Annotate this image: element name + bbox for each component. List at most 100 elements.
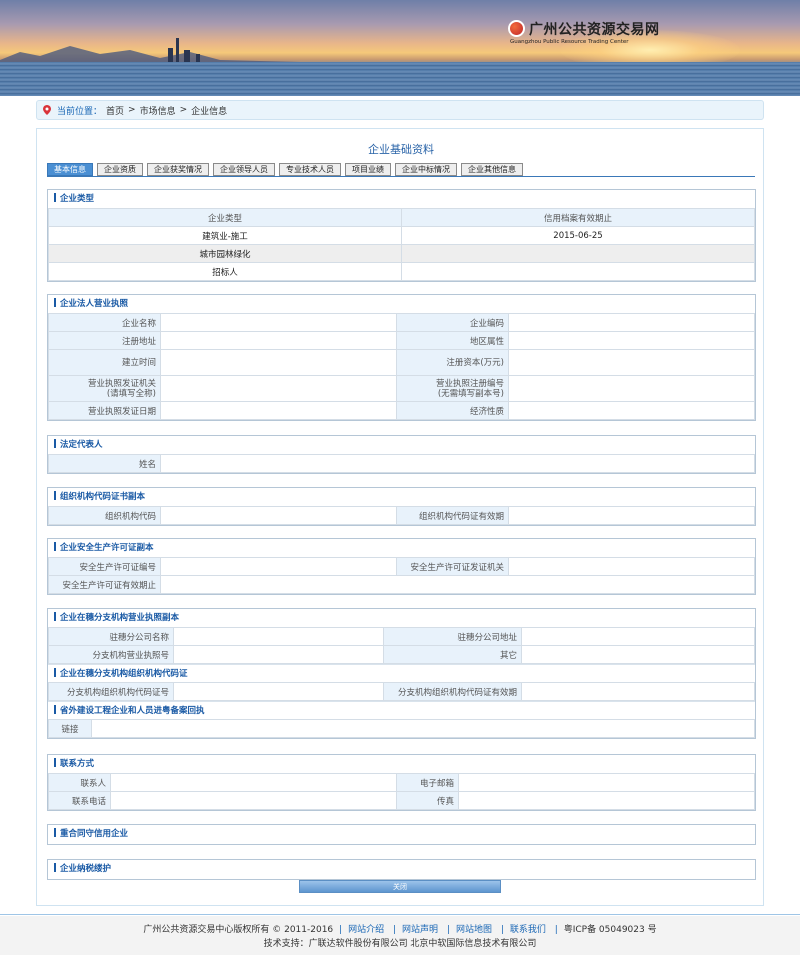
field-value bbox=[458, 791, 755, 810]
field-value bbox=[521, 627, 755, 646]
page-title: 企业基础资料 bbox=[368, 143, 434, 156]
field-value bbox=[508, 506, 755, 525]
close-button[interactable]: 关闭 bbox=[299, 880, 501, 893]
section-title: 法定代表人 bbox=[48, 436, 755, 454]
logo-name: 广州公共资源交易网 bbox=[529, 22, 660, 38]
tab-bar: 基本信息 企业资质 企业获奖情况 企业领导人员 专业技术人员 项目业绩 企业中标… bbox=[47, 163, 523, 176]
banner-sea bbox=[0, 62, 800, 96]
enterprise-type-table: 企业类型 信用档案有效期止 建筑业-施工 2015-06-25 城市园林绿化 招… bbox=[48, 208, 755, 281]
field-label: 安全生产许可证发证机关 bbox=[396, 557, 509, 576]
section-title: 重合同守信用企业 bbox=[48, 825, 755, 843]
contact-table: 联系人 电子邮箱 联系电话 传真 bbox=[48, 773, 755, 810]
field-label: 安全生产许可证有效期止 bbox=[48, 575, 161, 594]
footer-icp[interactable]: 粤ICP备 05049023 号 bbox=[564, 925, 657, 935]
field-value bbox=[160, 375, 397, 402]
link-value[interactable] bbox=[91, 719, 755, 738]
footer-sep: | bbox=[446, 925, 450, 935]
field-label: 组织机构代码 bbox=[48, 506, 161, 525]
field-label: 营业执照发证日期 bbox=[48, 401, 161, 420]
label-line: 营业执照注册编号 bbox=[435, 378, 504, 389]
cell-type: 招标人 bbox=[48, 262, 402, 281]
footer: 广州公共资源交易中心版权所有 © 2011-2016 | 网站介绍 | 网站声明 |… bbox=[0, 916, 800, 955]
footer-link-contact[interactable]: 联系我们 bbox=[510, 925, 546, 935]
footer-link-statement[interactable]: 网站声明 bbox=[402, 925, 438, 935]
breadcrumb-current: 企业信息 bbox=[191, 106, 228, 117]
branch-org-code-table: 分支机构组织机构代码证号 分支机构组织机构代码证有效期 bbox=[48, 682, 755, 701]
section-title: 联系方式 bbox=[48, 755, 755, 773]
field-value bbox=[160, 349, 397, 376]
column-header: 信用档案有效期止 bbox=[401, 208, 755, 227]
field-label: 联系人 bbox=[48, 773, 111, 792]
field-value bbox=[173, 627, 384, 646]
tab-leaders[interactable]: 企业领导人员 bbox=[213, 163, 275, 176]
label-line: (无需填写副本号) bbox=[437, 388, 504, 399]
filing-receipt-table: 链接 bbox=[48, 719, 755, 738]
field-value bbox=[160, 557, 397, 576]
field-label: 组织机构代码证有效期 bbox=[396, 506, 509, 525]
section-enterprise-type: 企业类型 企业类型 信用档案有效期止 建筑业-施工 2015-06-25 城市园… bbox=[47, 189, 756, 282]
tab-other-info[interactable]: 企业其他信息 bbox=[461, 163, 523, 176]
branch-license-table: 驻穗分公司名称 驻穗分公司地址 分支机构营业执照号 其它 bbox=[48, 627, 755, 664]
field-value bbox=[160, 401, 397, 420]
field-label: 经济性质 bbox=[396, 401, 509, 420]
cell-expiry bbox=[401, 244, 755, 263]
field-label: 注册资本(万元) bbox=[396, 349, 509, 376]
field-value bbox=[508, 349, 755, 376]
field-value bbox=[173, 682, 384, 701]
cell-type: 建筑业-施工 bbox=[48, 226, 402, 245]
breadcrumb-separator: > bbox=[179, 105, 188, 115]
field-label: 企业名称 bbox=[48, 313, 161, 332]
section-title: 企业纳税缕护 bbox=[48, 860, 755, 878]
footer-copyright: 广州公共资源交易中心版权所有 © 2011-2016 bbox=[143, 925, 334, 935]
field-label: 电子邮箱 bbox=[396, 773, 459, 792]
field-label: 传真 bbox=[396, 791, 459, 810]
field-label: 营业执照发证机关 (请填写全称) bbox=[48, 375, 161, 402]
footer-support: 技术支持：广联达软件股份有限公司 北京中软国际信息技术有限公司 bbox=[263, 939, 537, 949]
cell-expiry bbox=[401, 262, 755, 281]
tab-underline bbox=[47, 176, 755, 177]
section-title: 企业在穗分支机构营业执照副本 bbox=[48, 609, 755, 627]
section-contact: 联系方式 联系人 电子邮箱 联系电话 传真 bbox=[47, 754, 756, 811]
section-title: 企业法人营业执照 bbox=[48, 295, 755, 313]
tab-awards[interactable]: 企业获奖情况 bbox=[147, 163, 209, 176]
field-label: 驻穗分公司名称 bbox=[48, 627, 174, 646]
tab-qualification[interactable]: 企业资质 bbox=[97, 163, 143, 176]
field-label: 其它 bbox=[383, 645, 522, 664]
tab-project-performance[interactable]: 项目业绩 bbox=[345, 163, 391, 176]
footer-divider bbox=[0, 914, 800, 915]
field-value bbox=[110, 791, 397, 810]
section-title: 企业安全生产许可证副本 bbox=[48, 539, 755, 557]
cell-type: 城市园林绿化 bbox=[48, 244, 402, 263]
field-value bbox=[508, 557, 755, 576]
field-value bbox=[521, 645, 755, 664]
section-legal-representative: 法定代表人 姓名 bbox=[47, 435, 756, 474]
org-code-table: 组织机构代码 组织机构代码证有效期 bbox=[48, 506, 755, 525]
field-value bbox=[508, 401, 755, 420]
section-subtitle: 企业在穗分支机构组织机构代码证 bbox=[48, 664, 755, 682]
legal-representative-table: 姓名 bbox=[48, 454, 755, 473]
field-value bbox=[110, 773, 397, 792]
footer-sep: | bbox=[392, 925, 397, 935]
breadcrumb-home[interactable]: 首页 bbox=[106, 104, 124, 117]
tab-basic-info[interactable]: 基本信息 bbox=[47, 163, 93, 176]
footer-link-sitemap[interactable]: 网站地图 bbox=[456, 925, 492, 935]
logo-mark-icon bbox=[508, 20, 525, 37]
breadcrumb-market[interactable]: 市场信息 bbox=[140, 104, 176, 117]
footer-link-about[interactable]: 网站介绍 bbox=[348, 925, 384, 935]
field-label: 注册地址 bbox=[48, 331, 161, 350]
tab-bid-wins[interactable]: 企业中标情况 bbox=[395, 163, 457, 176]
site-logo[interactable]: 广州公共资源交易网 Guangzhou Public Resource Trad… bbox=[508, 18, 659, 48]
tab-technical-staff[interactable]: 专业技术人员 bbox=[279, 163, 341, 176]
field-label: 安全生产许可证编号 bbox=[48, 557, 161, 576]
section-tax: 企业纳税缕护 bbox=[47, 859, 756, 880]
footer-line-1: 广州公共资源交易中心版权所有 © 2011-2016 | 网站介绍 | 网站声明 |… bbox=[0, 922, 800, 935]
column-header: 企业类型 bbox=[48, 208, 402, 227]
field-label: 分支机构组织机构代码证号 bbox=[48, 682, 174, 701]
section-business-license: 企业法人营业执照 企业名称 企业编码 注册地址 地区属性 建立时间 注册资本(万… bbox=[47, 294, 756, 421]
section-branch: 企业在穗分支机构营业执照副本 驻穗分公司名称 驻穗分公司地址 分支机构营业执照号… bbox=[47, 608, 756, 739]
breadcrumb: 当前位置： 首页 > 市场信息 > 企业信息 bbox=[36, 100, 764, 120]
table-row: 建筑业-施工 2015-06-25 bbox=[48, 226, 755, 245]
field-label: 地区属性 bbox=[396, 331, 509, 350]
field-value bbox=[160, 331, 397, 350]
field-value bbox=[521, 682, 755, 701]
